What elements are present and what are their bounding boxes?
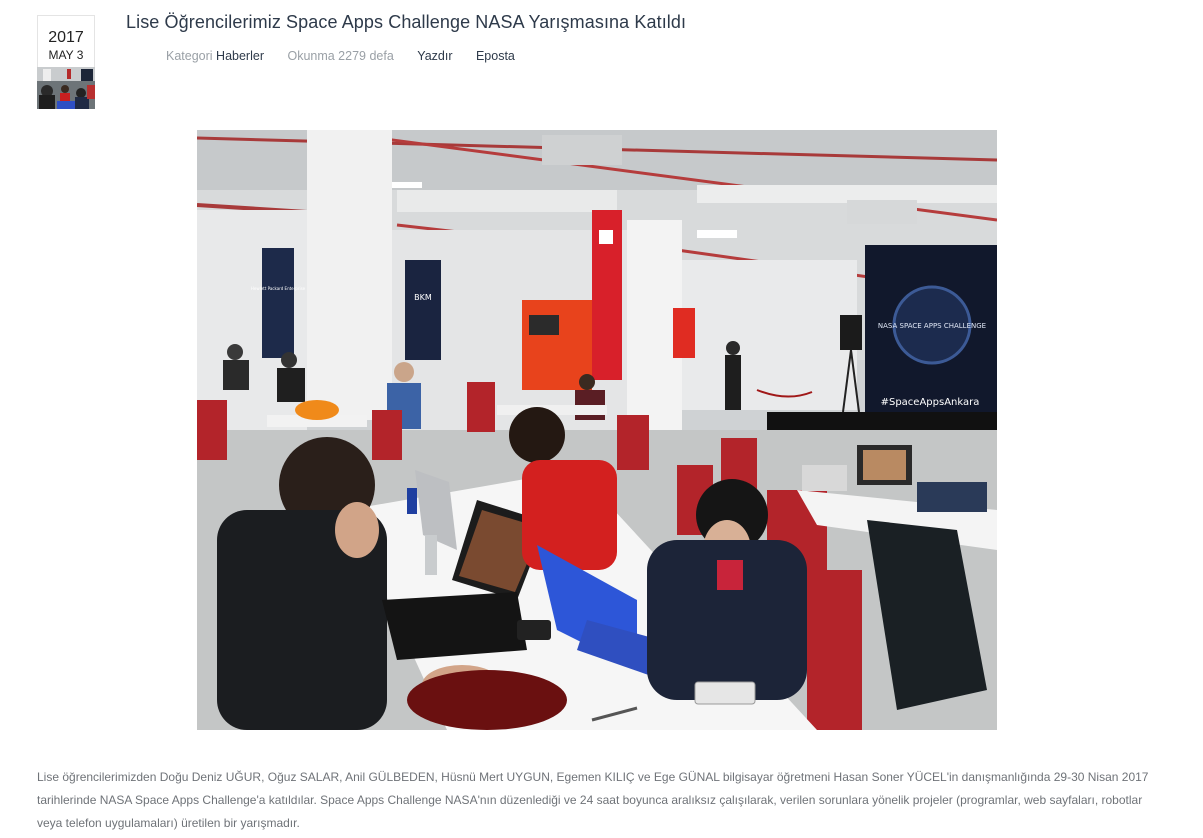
article-meta: Kategori Haberler Okunma 2279 defa Yazdı… — [166, 49, 515, 63]
date-badge: 2017 MAY 3 — [37, 15, 95, 109]
hpe-banner-text: Hewlett Packard Enterprise — [251, 286, 306, 291]
nasa-poster-text: NASA SPACE APPS CHALLENGE — [878, 322, 986, 330]
category-link[interactable]: Haberler — [216, 49, 264, 63]
article-page: 2017 MAY 3 Lise Öğrencilerimiz Space App… — [0, 0, 1203, 838]
print-link[interactable]: Yazdır — [417, 49, 452, 63]
article-thumbnail[interactable] — [37, 67, 95, 109]
article-photo: BKM Hewlett Packard Enterprise NASA SPAC… — [197, 130, 997, 730]
hits-count: Okunma 2279 defa — [287, 49, 394, 63]
bkm-banner-text: BKM — [414, 293, 432, 302]
hashtag-text: #SpaceAppsAnkara — [881, 397, 980, 408]
date-day: MAY 3 — [48, 48, 84, 62]
category-label: Kategori — [166, 49, 213, 63]
date-year: 2017 — [48, 29, 84, 46]
article-title[interactable]: Lise Öğrencilerimiz Space Apps Challenge… — [126, 12, 686, 33]
email-link[interactable]: Eposta — [476, 49, 515, 63]
article-body: Lise öğrencilerimizden Doğu Deniz UĞUR, … — [37, 770, 1149, 830]
